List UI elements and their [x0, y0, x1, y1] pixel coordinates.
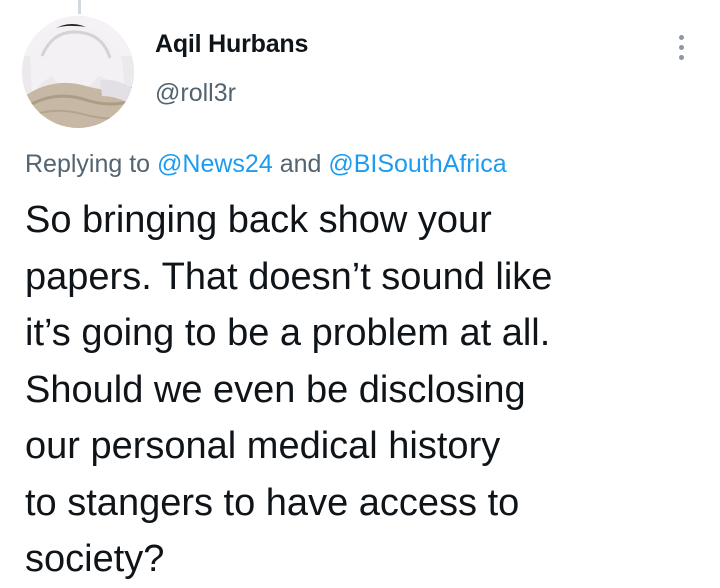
more-options-button[interactable]	[668, 30, 694, 64]
author-handle[interactable]: @roll3r	[155, 79, 236, 108]
tweet-text: So bringing back show your papers. That …	[25, 192, 705, 588]
tweet-text-line: our personal medical history	[25, 425, 501, 467]
tweet-text-line: to stangers to have access to	[25, 481, 520, 524]
tweet-text-line: So bringing back show your	[25, 199, 492, 241]
more-vertical-icon-dot	[678, 44, 684, 50]
avatar-photo	[22, 16, 134, 128]
reply-context: Replying to @News24 and @BISouthAfrica	[25, 150, 507, 179]
thread-connector-line	[78, 0, 81, 14]
tweet-text-line: papers. That doesn’t sound like	[25, 255, 553, 298]
replying-to-label: Replying to	[25, 150, 151, 178]
more-vertical-icon-dot	[678, 54, 684, 60]
avatar[interactable]	[22, 16, 134, 128]
tweet-text-line: Should we even be disclosing	[25, 368, 526, 411]
author-display-name[interactable]: Aqil Hurbans	[155, 30, 308, 59]
replying-joiner: and	[279, 150, 322, 178]
tweet-text-line: it’s going to be a problem at all.	[25, 312, 551, 354]
mention-link-news24[interactable]: @News24	[157, 150, 273, 178]
mention-link-bisouthafrica[interactable]: @BISouthAfrica	[328, 150, 506, 178]
tweet-text-line: society?	[25, 538, 165, 580]
more-vertical-icon	[678, 34, 684, 40]
